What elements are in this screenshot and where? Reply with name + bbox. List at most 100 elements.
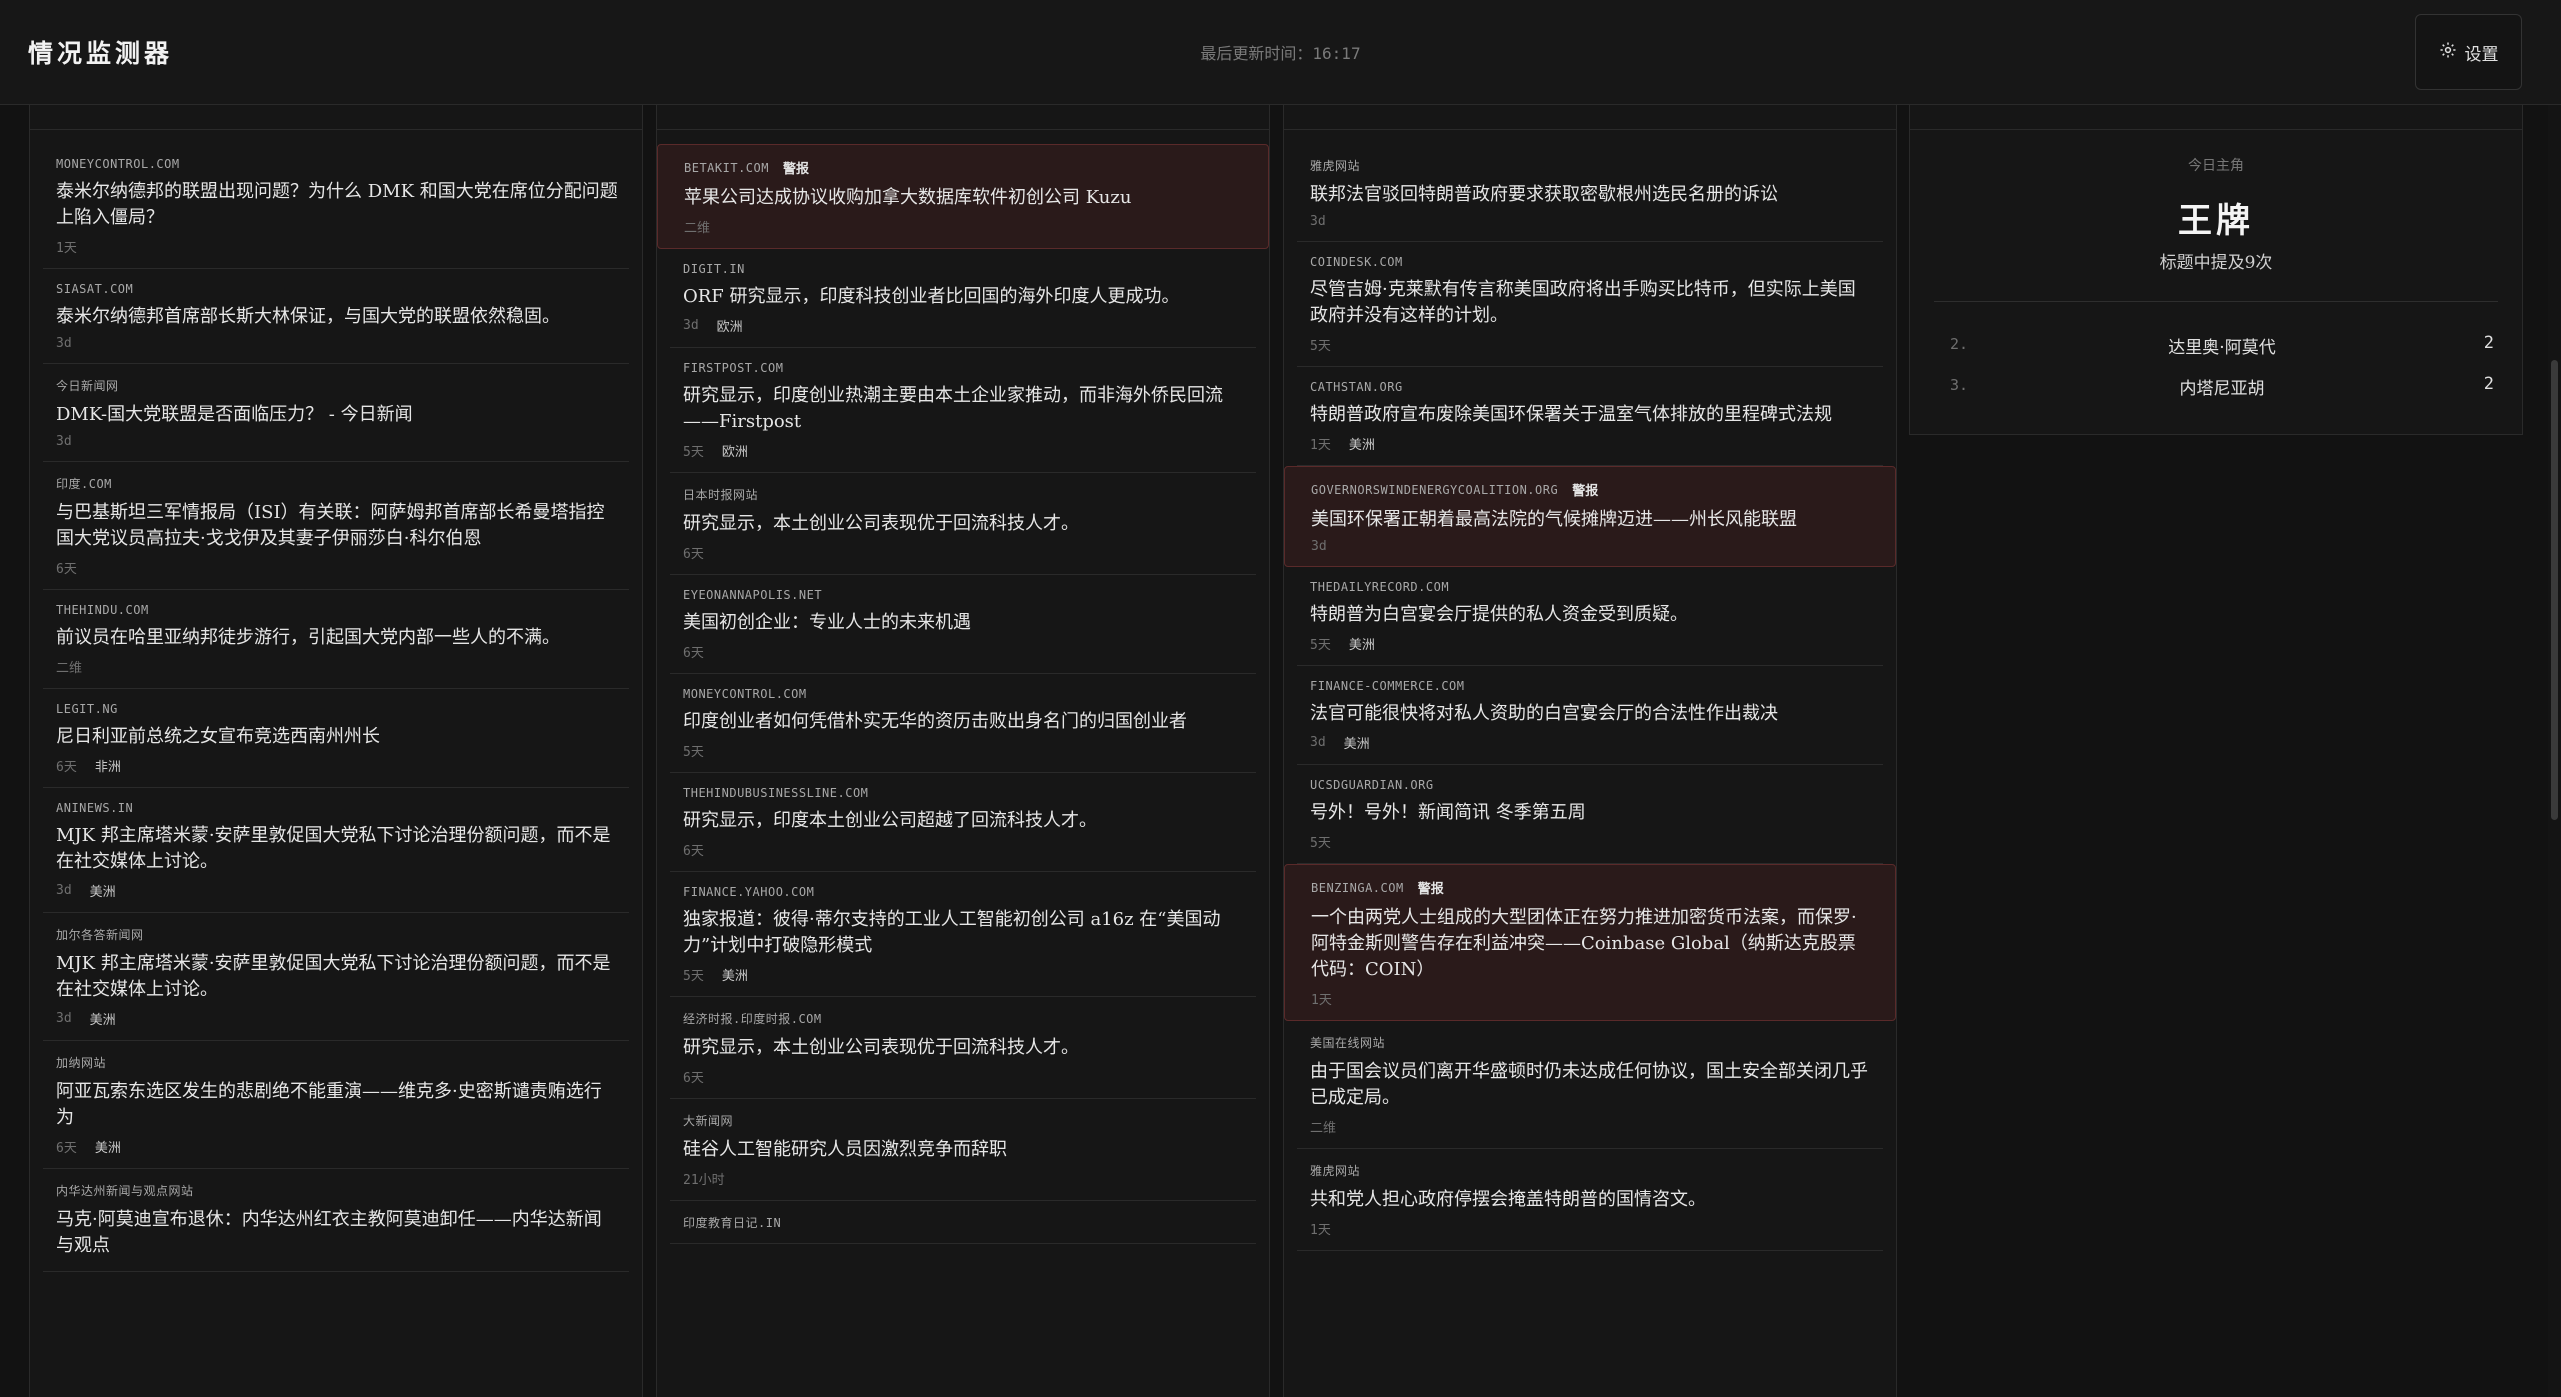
news-headline[interactable]: 共和党人担心政府停摆会掩盖特朗普的国情咨文。	[1310, 1187, 1873, 1213]
source-row: THEHINDU.COM	[56, 603, 619, 617]
news-item[interactable]: 美国在线网站 由于国会议员们离开华盛顿时仍未达成任何协议，国土安全部关闭几乎已成定…	[1297, 1021, 1883, 1149]
news-item[interactable]: 印度教育日记.IN	[670, 1201, 1256, 1244]
news-item[interactable]: 加纳网站 阿亚瓦索东选区发生的悲剧绝不能重演——维克多·史密斯谴责贿选行为 6天 美洲	[43, 1041, 629, 1169]
news-meta: 6天	[683, 642, 1246, 661]
page-scrollbar[interactable]	[2548, 105, 2561, 1397]
news-item[interactable]: 日本时报网站 研究显示，本土创业公司表现优于回流科技人才。 6天	[670, 473, 1256, 575]
alert-badge: 警报	[1572, 484, 1599, 499]
news-item[interactable]: FIRSTPOST.COM 研究显示，印度创业热潮主要由本土企业家推动，而非海外侨…	[670, 348, 1256, 473]
news-headline[interactable]: 马克·阿莫迪宣布退休：内华达州红衣主教阿莫迪卸任——内华达新闻与观点	[56, 1207, 619, 1259]
settings-button[interactable]: 设置	[2415, 14, 2522, 90]
news-item-alert[interactable]: BENZINGA.COM 警报 一个由两党人士组成的大型团体正在努力推进加密货币法案…	[1284, 864, 1896, 1021]
source-row: 雅虎网站	[1310, 157, 1873, 174]
news-headline[interactable]: MJK 邦主席塔米蒙·安萨里敦促国大党私下讨论治理份额问题，而不是在社交媒体上讨…	[56, 951, 619, 1003]
news-meta: 5天	[683, 741, 1246, 760]
news-headline[interactable]: 研究显示，印度创业热潮主要由本土企业家推动，而非海外侨民回流——Firstpos…	[683, 383, 1246, 435]
news-meta: 1天	[1310, 1219, 1873, 1238]
ranking-row[interactable]: 3. 内塔尼亚胡 2	[1950, 374, 2494, 399]
news-headline[interactable]: ORF 研究显示，印度科技创业者比回国的海外印度人更成功。	[683, 284, 1246, 310]
news-headline[interactable]: 泰米尔纳德邦首席部长斯大林保证，与国大党的联盟依然稳固。	[56, 304, 619, 330]
news-headline[interactable]: 特朗普为白宫宴会厅提供的私人资金受到质疑。	[1310, 602, 1873, 628]
news-item[interactable]: 加尔各答新闻网 MJK 邦主席塔米蒙·安萨里敦促国大党私下讨论治理份额问题，而不是…	[43, 913, 629, 1041]
source-row: THEHINDUBUSINESSLINE.COM	[683, 786, 1246, 800]
news-item[interactable]: 雅虎网站 共和党人担心政府停摆会掩盖特朗普的国情咨文。 1天	[1297, 1149, 1883, 1251]
news-headline[interactable]: 由于国会议员们离开华盛顿时仍未达成任何协议，国土安全部关闭几乎已成定局。	[1310, 1059, 1873, 1111]
ranking-row[interactable]: 2. 达里奥·阿莫代 2	[1950, 333, 2494, 358]
news-source: 大新闻网	[683, 1114, 734, 1128]
source-row: FIRSTPOST.COM	[683, 361, 1246, 375]
news-item-alert[interactable]: BETAKIT.COM 警报 苹果公司达成协议收购加拿大数据库软件初创公司 Kuzu…	[657, 144, 1269, 249]
news-headline[interactable]: 与巴基斯坦三军情报局（ISI）有关联：阿萨姆邦首席部长希曼塔指控国大党议员高拉夫…	[56, 500, 619, 552]
news-headline[interactable]: 印度创业者如何凭借朴实无华的资历击败出身名门的归国创业者	[683, 709, 1246, 735]
news-item[interactable]: MONEYCONTROL.COM 泰米尔纳德邦的联盟出现问题？为什么 DMK 和国…	[43, 144, 629, 269]
news-item-alert[interactable]: GOVERNORSWINDENERGYCOALITION.ORG 警报 美国环保署正…	[1284, 466, 1896, 567]
news-headline[interactable]: 研究显示，本土创业公司表现优于回流科技人才。	[683, 511, 1246, 537]
news-item[interactable]: LEGIT.NG 尼日利亚前总统之女宣布竞选西南州州长 6天 非洲	[43, 689, 629, 788]
news-headline[interactable]: 尼日利亚前总统之女宣布竞选西南州州长	[56, 724, 619, 750]
news-column-3[interactable]: 雅虎网站联邦法官驳回特朗普政府要求获取密歇根州选民名册的诉讼 3d COINDESK…	[1283, 105, 1897, 1397]
region-tag: 美洲	[89, 885, 116, 900]
news-item[interactable]: 印度.COM 与巴基斯坦三军情报局（ISI）有关联：阿萨姆邦首席部长希曼塔指控国大…	[43, 462, 629, 590]
news-item[interactable]: THEDAILYRECORD.COM 特朗普为白宫宴会厅提供的私人资金受到质疑。 5…	[1297, 567, 1883, 666]
news-item[interactable]: FINANCE.YAHOO.COM 独家报道：彼得·蒂尔支持的工业人工智能初创公司…	[670, 872, 1256, 997]
news-source: ANINEWS.IN	[56, 801, 134, 815]
news-headline[interactable]: 特朗普政府宣布废除美国环保署关于温室气体排放的里程碑式法规	[1310, 402, 1873, 428]
news-headline[interactable]: DMK-国大党联盟是否面临压力？ - 今日新闻	[56, 402, 619, 428]
scrollbar-thumb[interactable]	[2551, 360, 2558, 820]
news-item[interactable]: 今日新闻网 DMK-国大党联盟是否面临压力？ - 今日新闻 3d	[43, 364, 629, 462]
news-item[interactable]: 雅虎网站 联邦法官驳回特朗普政府要求获取密歇根州选民名册的诉讼 3d	[1297, 144, 1883, 242]
news-item[interactable]: 内华达州新闻与观点网站 马克·阿莫迪宣布退休：内华达州红衣主教阿莫迪卸任——内华达…	[43, 1169, 629, 1272]
news-headline[interactable]: 法官可能很快将对私人资助的白宫宴会厅的合法性作出裁决	[1310, 701, 1873, 727]
news-meta: 5天 美洲	[1310, 634, 1873, 653]
news-item[interactable]: THEHINDUBUSINESSLINE.COM 研究显示，印度本土创业公司超越了…	[670, 773, 1256, 872]
news-item[interactable]: DIGIT.IN ORF 研究显示，印度科技创业者比回国的海外印度人更成功。 3d 欧…	[670, 249, 1256, 348]
news-headline[interactable]: 尽管吉姆·克莱默有传言称美国政府将出手购买比特币，但实际上美国政府并没有这样的计…	[1310, 277, 1873, 329]
news-headline[interactable]: 研究显示，印度本土创业公司超越了回流科技人才。	[683, 808, 1246, 834]
news-headline[interactable]: 一个由两党人士组成的大型团体正在努力推进加密货币法案，而保罗·阿特金斯则警告存在…	[1311, 905, 1872, 983]
news-age: 1天	[1310, 438, 1331, 453]
news-column-1[interactable]: MONEYCONTROL.COM 泰米尔纳德邦的联盟出现问题？为什么 DMK 和国…	[29, 105, 643, 1397]
protagonist-mentions: 标题中提及9次	[2159, 253, 2273, 273]
news-age: 3d	[1310, 735, 1326, 750]
news-item[interactable]: ANINEWS.IN MJK 邦主席塔米蒙·安萨里敦促国大党私下讨论治理份额问题，…	[43, 788, 629, 913]
news-age: 5天	[683, 969, 704, 984]
column-header	[657, 105, 1269, 130]
news-item[interactable]: CATHSTAN.ORG 特朗普政府宣布废除美国环保署关于温室气体排放的里程碑式法…	[1297, 367, 1883, 466]
news-headline[interactable]: 研究显示，本土创业公司表现优于回流科技人才。	[683, 1035, 1246, 1061]
news-source: UCSDGUARDIAN.ORG	[1310, 778, 1434, 792]
news-headline[interactable]: 苹果公司达成协议收购加拿大数据库软件初创公司 Kuzu	[684, 185, 1245, 211]
source-row: LEGIT.NG	[56, 702, 619, 716]
news-headline[interactable]: 独家报道：彼得·蒂尔支持的工业人工智能初创公司 a16z 在“美国动力”计划中打…	[683, 907, 1246, 959]
news-source: MONEYCONTROL.COM	[683, 687, 807, 701]
news-meta: 5天 欧洲	[683, 441, 1246, 460]
news-item[interactable]: THEHINDU.COM 前议员在哈里亚纳邦徒步游行，引起国大党内部一些人的不满。…	[43, 590, 629, 689]
source-row: ANINEWS.IN	[56, 801, 619, 815]
news-source: LEGIT.NG	[56, 702, 118, 716]
news-item[interactable]: FINANCE-COMMERCE.COM 法官可能很快将对私人资助的白宫宴会厅的合…	[1297, 666, 1883, 765]
news-headline[interactable]: 美国环保署正朝着最高法院的气候摊牌迈进——州长风能联盟	[1311, 507, 1872, 533]
news-item[interactable]: EYEONANNAPOLIS.NET 美国初创企业：专业人士的未来机遇 6天	[670, 575, 1256, 674]
news-headline[interactable]: 前议员在哈里亚纳邦徒步游行，引起国大党内部一些人的不满。	[56, 625, 619, 651]
source-row: CATHSTAN.ORG	[1310, 380, 1873, 394]
alert-badge: 警报	[1417, 882, 1444, 897]
source-row: 大新闻网	[683, 1112, 1246, 1129]
news-column-2[interactable]: BETAKIT.COM 警报 苹果公司达成协议收购加拿大数据库软件初创公司 Kuzu…	[656, 105, 1270, 1397]
news-headline[interactable]: 美国初创企业：专业人士的未来机遇	[683, 610, 1246, 636]
news-headline[interactable]: 阿亚瓦索东选区发生的悲剧绝不能重演——维克多·史密斯谴责贿选行为	[56, 1079, 619, 1131]
news-item[interactable]: 经济时报.印度时报.COM 研究显示，本土创业公司表现优于回流科技人才。 6天	[670, 997, 1256, 1099]
news-item[interactable]: MONEYCONTROL.COM 印度创业者如何凭借朴实无华的资历击败出身名门的归…	[670, 674, 1256, 773]
news-age: 二维	[1310, 1121, 1337, 1136]
news-meta: 1天	[56, 237, 619, 256]
news-headline[interactable]: MJK 邦主席塔米蒙·安萨里敦促国大党私下讨论治理份额问题，而不是在社交媒体上讨…	[56, 823, 619, 875]
news-headline[interactable]: 硅谷人工智能研究人员因激烈竞争而辞职	[683, 1137, 1246, 1163]
news-item[interactable]: 大新闻网 硅谷人工智能研究人员因激烈竞争而辞职 21小时	[670, 1099, 1256, 1201]
news-item[interactable]: COINDESK.COM 尽管吉姆·克莱默有传言称美国政府将出手购买比特币，但实际…	[1297, 242, 1883, 367]
news-item[interactable]: SIASAT.COM 泰米尔纳德邦首席部长斯大林保证，与国大党的联盟依然稳固。 3d	[43, 269, 629, 364]
rank-count: 2	[2483, 374, 2494, 394]
news-headline[interactable]: 联邦法官驳回特朗普政府要求获取密歇根州选民名册的诉讼	[1310, 182, 1873, 208]
news-headline[interactable]: 泰米尔纳德邦的联盟出现问题？为什么 DMK 和国大党在席位分配问题上陷入僵局？	[56, 179, 619, 231]
news-age: 6天	[683, 646, 704, 661]
news-age: 3d	[56, 883, 72, 898]
news-item[interactable]: UCSDGUARDIAN.ORG 号外！号外！新闻简讯 冬季第五周 5天	[1297, 765, 1883, 864]
news-headline[interactable]: 号外！号外！新闻简讯 冬季第五周	[1310, 800, 1873, 826]
